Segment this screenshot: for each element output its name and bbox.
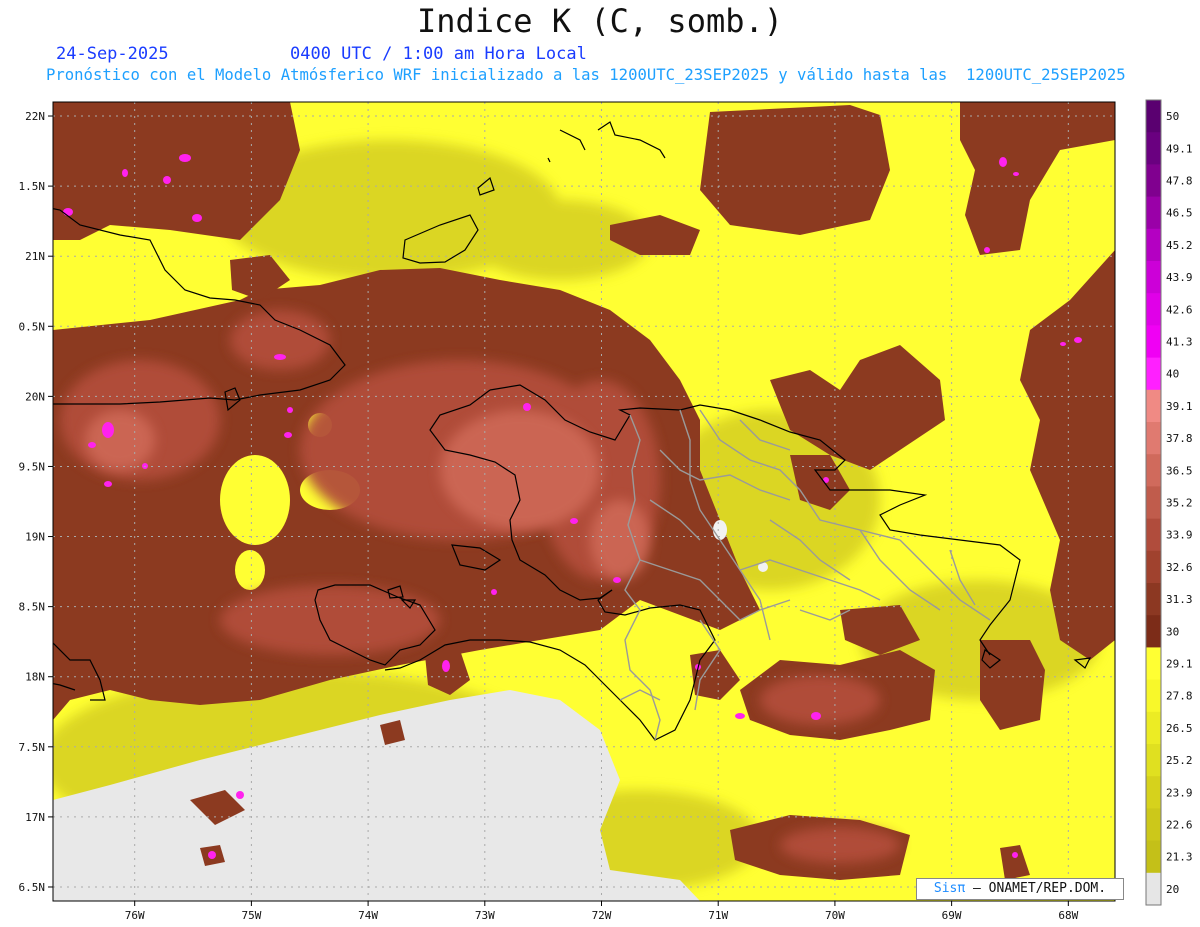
colorbar-label: 30 [1166, 625, 1179, 638]
credit-box: Sisπ – ONAMET/REP.DOM. [916, 878, 1124, 900]
colorbar-swatch [1146, 808, 1161, 842]
lon-tick-label: 74W [358, 909, 378, 922]
colorbar-label: 49.1 [1166, 142, 1193, 155]
colorbar-label: 33.9 [1166, 529, 1193, 542]
colorbar-swatch [1146, 454, 1161, 487]
colorbar-swatch [1146, 261, 1161, 294]
colorbar-swatch [1146, 615, 1161, 648]
colorbar-label: 29.1 [1166, 658, 1193, 671]
colorbar-swatch [1146, 164, 1161, 198]
colorbar-swatch [1146, 872, 1161, 906]
lon-tick-label: 71W [708, 909, 728, 922]
colorbar-label: 39.1 [1166, 400, 1193, 413]
colorbar-label: 43.9 [1166, 271, 1193, 284]
lat-tick-label: 6.5N [19, 881, 46, 894]
colorbar-label: 36.5 [1166, 464, 1193, 477]
lon-tick-label: 70W [825, 909, 845, 922]
colorbar-swatch [1146, 711, 1161, 745]
colorbar-swatch [1146, 132, 1161, 165]
colorbar-swatch [1146, 679, 1161, 713]
colorbar-label: 47.8 [1166, 175, 1193, 188]
lat-tick-label: 8.5N [19, 601, 46, 614]
lon-tick-label: 75W [241, 909, 261, 922]
colorbar-swatch [1146, 389, 1161, 423]
colorbar-label: 45.2 [1166, 239, 1193, 252]
lat-tick-label: 18N [25, 671, 45, 684]
lat-tick-label: 19N [25, 531, 45, 544]
k-index-map: 22N 1.5N 21N 0.5N 20N 9.5N 19N 8.5N 18N 7.5N 17N 6.… [19, 99, 1193, 922]
lat-tick-label: 7.5N [19, 741, 46, 754]
colorbar-label: 42.6 [1166, 303, 1193, 316]
latitude-axis: 22N 1.5N 21N 0.5N 20N 9.5N 19N 8.5N 18N 7.5N 17N 6.… [19, 110, 53, 894]
longitude-axis: 76W 75W 74W 73W 72W 71W 70W 69W 68W [125, 901, 1079, 922]
colorbar-label: 35.2 [1166, 497, 1193, 510]
colorbar-swatch [1146, 325, 1161, 359]
lon-tick-label: 76W [125, 909, 145, 922]
colorbar-swatch [1146, 744, 1161, 777]
lat-tick-label: 20N [25, 390, 45, 403]
colorbar-swatch [1146, 486, 1161, 520]
colorbar-swatch [1146, 228, 1161, 262]
colorbar-legend: 50 49.1 47.8 46.5 45.2 43.9 42.6 41.3 40 39.1 37.8… [1145, 99, 1193, 906]
colorbar-label: 25.2 [1166, 754, 1193, 767]
colorbar-swatch [1146, 518, 1161, 552]
colorbar-swatch [1146, 357, 1161, 391]
colorbar-label: 37.8 [1166, 432, 1193, 445]
sispi-logo-text: Sisπ [933, 881, 966, 896]
colorbar-swatch [1146, 293, 1161, 326]
colorbar-label: 32.6 [1166, 561, 1193, 574]
lat-tick-label: 22N [25, 110, 45, 123]
lon-tick-label: 73W [475, 909, 495, 922]
colorbar-label: 26.5 [1166, 722, 1193, 735]
colorbar-label: 50 [1166, 110, 1179, 123]
colorbar-label: 21.3 [1166, 851, 1193, 864]
lon-tick-label: 72W [592, 909, 612, 922]
colorbar-label: 20 [1166, 883, 1179, 896]
lon-tick-label: 68W [1058, 909, 1078, 922]
colorbar-label: 40 [1166, 368, 1179, 381]
colorbar-label: 46.5 [1166, 207, 1193, 220]
lat-tick-label: 0.5N [19, 320, 46, 333]
colorbar-swatch [1146, 647, 1161, 681]
colorbar-label: 41.3 [1166, 336, 1193, 349]
colorbar-swatch [1146, 840, 1161, 874]
lat-tick-label: 21N [25, 250, 45, 263]
colorbar-label: 23.9 [1166, 786, 1193, 799]
credit-text: – ONAMET/REP.DOM. [973, 881, 1107, 896]
lon-tick-label: 69W [942, 909, 962, 922]
colorbar-swatch [1146, 776, 1161, 809]
colorbar-swatch [1146, 100, 1161, 133]
colorbar-swatch [1146, 583, 1161, 616]
colorbar-swatch [1146, 550, 1161, 584]
lat-tick-label: 9.5N [19, 460, 46, 473]
k-index-field [53, 102, 1115, 901]
lat-tick-label: 17N [25, 811, 45, 824]
colorbar-label: 22.6 [1166, 819, 1193, 832]
colorbar-swatch [1146, 196, 1161, 230]
colorbar-label: 27.8 [1166, 690, 1193, 703]
lat-tick-label: 1.5N [19, 180, 46, 193]
colorbar-swatch [1146, 422, 1161, 455]
colorbar-label: 31.3 [1166, 593, 1193, 606]
